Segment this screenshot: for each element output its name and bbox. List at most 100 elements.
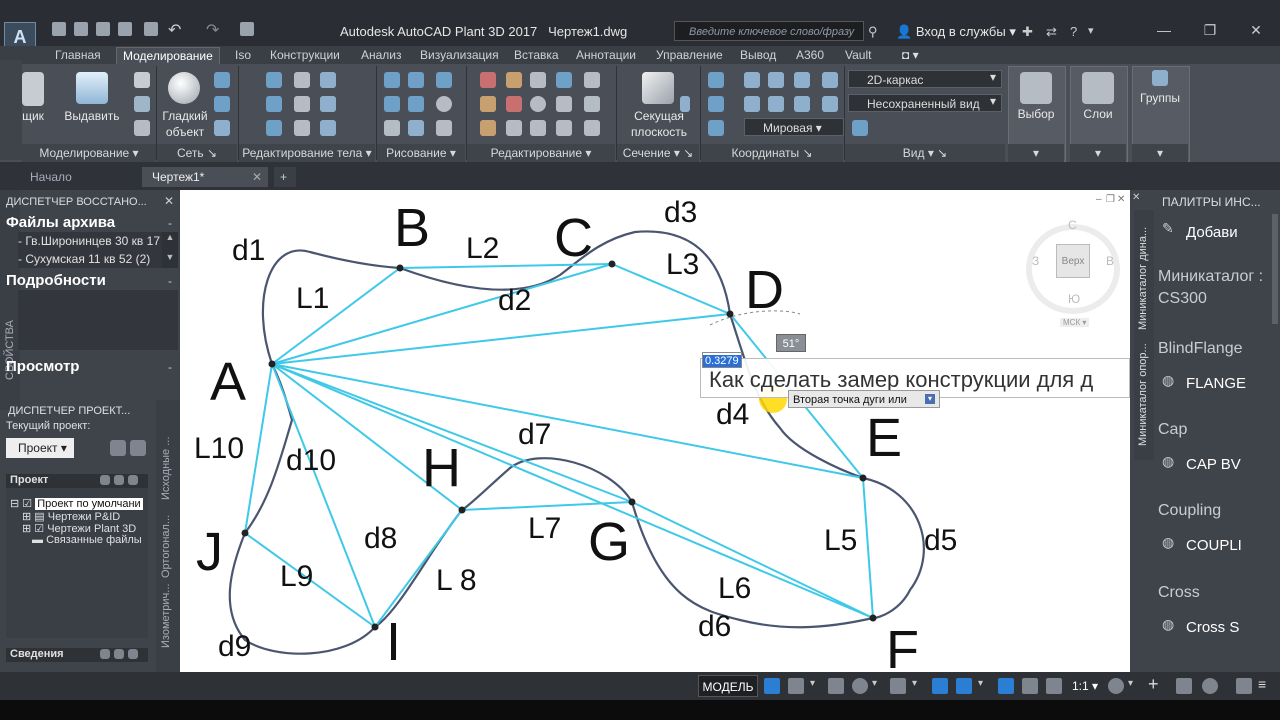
copy-icon[interactable] [480,96,496,112]
group-layers-expand[interactable]: ▾ [1070,144,1126,162]
tab-structures[interactable]: Конструкции [270,47,340,64]
undo-icon[interactable]: ↶ [168,20,181,40]
ucs-3point-icon[interactable] [822,96,838,112]
annotation-visibility-icon[interactable] [998,678,1014,694]
project-toolbar-icon[interactable] [114,475,124,485]
tab-analysis[interactable]: Анализ [361,47,402,64]
details-toolbar-icon[interactable] [128,649,138,659]
move-icon[interactable] [530,72,546,88]
group-modify[interactable]: Редактирование ▾ [467,144,615,162]
archive-file-item[interactable]: - Гв.Широнинцев 30 кв 17 [18,234,160,248]
ucs-icon[interactable] [708,72,724,88]
arc-icon[interactable] [436,72,452,88]
smooth-object-icon[interactable] [168,72,200,104]
mesh-refine-icon[interactable] [214,120,230,136]
tab-modeling[interactable]: Моделирование [116,47,220,65]
extract-edges-icon[interactable] [294,72,310,88]
signin-button[interactable]: 👤 Вход в службы ▾ [896,24,1016,40]
viewcube-west[interactable]: З [1032,254,1039,268]
project-dropdown[interactable]: Проект ▾ [6,438,74,458]
palettes-close-icon[interactable]: ✕ [1132,192,1140,203]
clean-screen-icon[interactable] [1236,678,1252,694]
trim-icon[interactable] [480,72,496,88]
exchange-icon[interactable]: ⇄ [1046,24,1057,40]
annotation-scale-icon[interactable] [1046,678,1062,694]
region-icon[interactable] [408,120,424,136]
palette-tool-coupling[interactable]: COUPLI [1186,537,1242,553]
model-space-button[interactable]: МОДЕЛЬ [698,675,758,697]
units-icon[interactable] [1176,678,1192,694]
mesh-smooth-more-icon[interactable] [214,72,230,88]
archive-collapse-icon[interactable]: - [168,216,172,230]
extrude-faces-icon[interactable] [320,72,336,88]
polyline-icon[interactable] [408,72,424,88]
viewport-close-icon[interactable]: ✕ [1117,194,1125,205]
binoculars-icon[interactable]: ⚲ [868,24,878,40]
ucs-dropdown[interactable]: Мировая ▾ [744,118,844,136]
viewcube-north[interactable]: С [1068,218,1077,232]
save-icon[interactable] [96,22,110,36]
archive-scrollbar[interactable]: ▲ ▼ [162,232,178,268]
open-file-icon[interactable] [74,22,88,36]
object-snap-tracking-icon[interactable] [932,678,948,694]
ucs-view-icon[interactable] [744,72,760,88]
tab-ortho[interactable]: Ортогонал... [160,515,172,578]
project-view-icon[interactable] [130,440,146,456]
group-draw[interactable]: Рисование ▾ [377,144,465,162]
recovery-close-icon[interactable]: ✕ [164,194,174,208]
group-view[interactable]: Вид ▾ ↘ [845,144,1005,162]
align-icon[interactable] [506,120,522,136]
viewcube-top-face[interactable]: Верх [1056,244,1090,278]
separate-icon[interactable] [294,96,310,112]
group-select-expand[interactable]: ▾ [1008,144,1064,162]
tab-support-catalog[interactable]: Миникаталог опор... [1137,343,1149,446]
cart-icon[interactable]: ✚ [1022,24,1033,40]
tab-output[interactable]: Вывод [740,47,776,64]
viewcube-east[interactable]: В [1106,254,1114,268]
new-file-icon[interactable] [52,22,66,36]
prompt-options-icon[interactable]: ▾ [925,394,935,404]
help-icon[interactable]: ? [1070,24,1077,39]
tab-visualization[interactable]: Визуализация [420,47,499,64]
intersect-icon[interactable] [266,120,282,136]
project-toolbar-icon[interactable] [128,475,138,485]
palette-tool-flange[interactable]: FLANGE [1186,375,1246,391]
fillet-icon[interactable] [584,96,600,112]
osnap-dropdown-icon[interactable]: ▾ [978,678,983,689]
join-icon[interactable] [556,120,572,136]
tree-item[interactable]: ▬ Связанные файлы [32,534,142,546]
ucs-x-icon[interactable] [744,96,760,112]
group-coordinates[interactable]: Координаты ↘ [701,144,843,162]
group-modeling[interactable]: Моделирование ▾ [22,144,156,162]
minimize-button[interactable]: — [1144,22,1184,42]
workspace-gear-icon[interactable] [1108,678,1124,694]
offset-edge-icon[interactable] [320,96,336,112]
restore-button[interactable]: ❐ [1190,22,1230,42]
tab-vault[interactable]: Vault [845,47,871,64]
workspace-icon[interactable] [240,22,254,36]
file-tab-close-icon[interactable]: ✕ [252,167,262,187]
close-button[interactable]: ✕ [1236,22,1276,42]
ribbon-options-icon[interactable]: ◘ ▾ [902,47,919,64]
ucs-world-icon[interactable] [708,120,724,136]
extrude-icon[interactable] [76,72,108,104]
line-segment-icon[interactable] [408,96,424,112]
ucs-y-icon[interactable] [768,96,784,112]
group-groups-expand[interactable]: ▾ [1132,144,1188,162]
length-input[interactable]: 0.3279 [702,352,742,368]
isodraft-dropdown-icon[interactable]: ▾ [912,678,917,689]
explode-icon[interactable] [584,72,600,88]
ucs-z-icon[interactable] [794,96,810,112]
project-settings-icon[interactable] [110,440,126,456]
viewport-icon[interactable] [852,120,868,136]
details-collapse-icon[interactable]: - [168,274,172,288]
circle-icon[interactable] [436,96,452,112]
offset-icon[interactable] [480,120,496,136]
group-section[interactable]: Сечение ▾ ↘ [617,144,699,162]
tab-manage[interactable]: Управление [656,47,723,64]
annotation-scale[interactable]: 1:1 ▾ [1072,679,1098,693]
line-icon[interactable] [384,72,400,88]
group-mesh[interactable]: Сеть ↘ [157,144,237,162]
tab-home[interactable]: Главная [55,47,101,64]
snap-dropdown-icon[interactable]: ▾ [810,678,815,689]
